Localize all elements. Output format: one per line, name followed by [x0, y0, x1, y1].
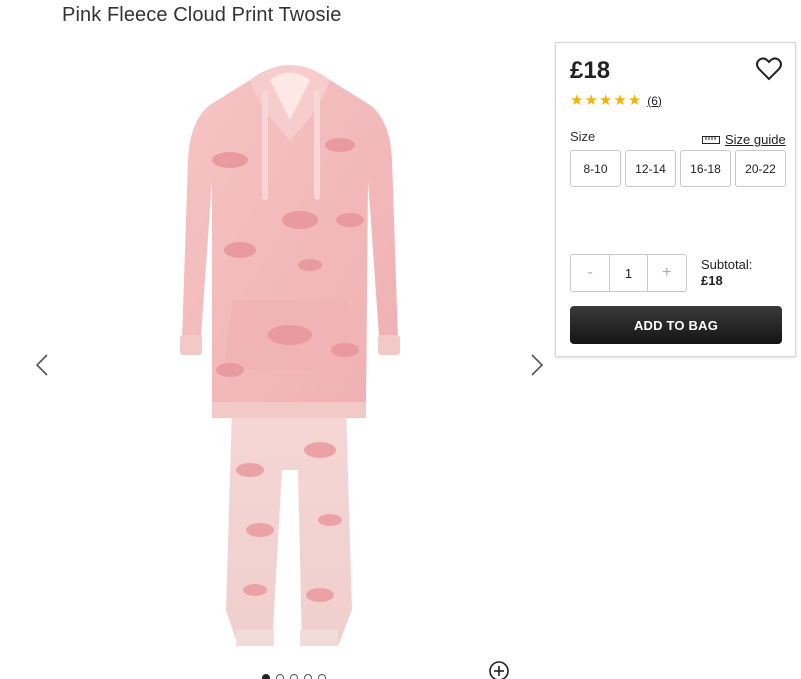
chevron-right-icon: [531, 354, 544, 376]
subtotal-label: Subtotal:: [701, 257, 753, 272]
decrement-button[interactable]: -: [571, 255, 609, 291]
product-gallery: [20, 40, 550, 679]
gallery-dot[interactable]: [318, 674, 326, 679]
chevron-left-icon: [35, 354, 48, 376]
gallery-dot[interactable]: [290, 674, 298, 679]
size-option[interactable]: 12-14: [625, 150, 676, 187]
zoom-button[interactable]: [488, 660, 510, 679]
size-label: Size: [570, 129, 596, 144]
subtotal: Subtotal: £18: [701, 257, 752, 289]
add-to-bag-button[interactable]: ADD TO BAG: [570, 306, 782, 344]
gallery-dot[interactable]: [276, 674, 284, 679]
rating: ★ ★ ★ ★ ★ (6): [570, 93, 662, 108]
size-option[interactable]: 8-10: [570, 150, 621, 187]
gallery-next-button[interactable]: [525, 350, 549, 380]
star-icon: ★: [598, 92, 613, 109]
star-icon: ★: [627, 92, 642, 109]
ruler-icon: [702, 135, 720, 144]
gallery-dot[interactable]: [262, 674, 270, 679]
purchase-panel: £18 ★ ★ ★ ★ ★ (6) Size Size guide 8-10 1…: [555, 42, 796, 357]
star-icon: ★: [613, 92, 627, 109]
wishlist-button[interactable]: [756, 57, 782, 81]
review-count-link[interactable]: (6): [647, 94, 662, 108]
star-icon: ★: [584, 92, 598, 109]
product-image[interactable]: [170, 50, 410, 650]
gallery-prev-button[interactable]: [30, 350, 54, 380]
gallery-pagination: [262, 674, 326, 679]
gallery-dot[interactable]: [304, 674, 312, 679]
zoom-plus-icon: [489, 661, 509, 679]
price: £18: [570, 57, 611, 84]
heart-icon: [756, 57, 782, 81]
subtotal-value: £18: [701, 273, 723, 288]
increment-button[interactable]: +: [648, 255, 686, 291]
size-guide-link[interactable]: Size guide: [702, 132, 786, 147]
quantity-input[interactable]: 1: [609, 255, 648, 291]
size-option[interactable]: 20-22: [735, 150, 786, 187]
size-guide-label: Size guide: [725, 132, 786, 147]
product-title: Pink Fleece Cloud Print Twosie: [62, 4, 342, 26]
star-icon: ★: [570, 92, 584, 109]
size-option[interactable]: 16-18: [680, 150, 731, 187]
quantity-stepper: - 1 +: [570, 254, 687, 292]
size-options: 8-10 12-14 16-18 20-22: [570, 150, 790, 187]
